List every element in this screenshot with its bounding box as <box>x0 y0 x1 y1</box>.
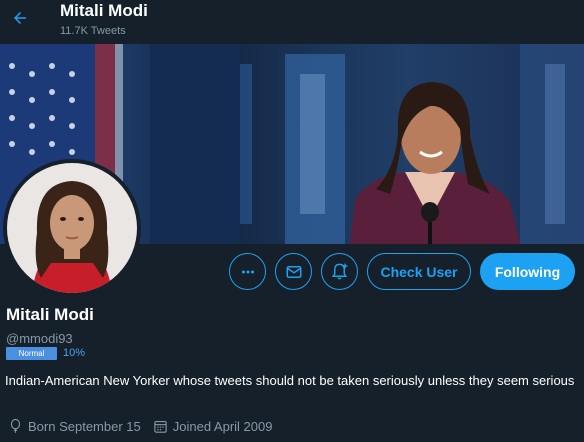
joined-item: Joined April 2009 <box>153 418 273 434</box>
profile-display-name: Mitali Modi <box>6 305 94 324</box>
joined-text: Joined April 2009 <box>172 418 273 434</box>
following-button[interactable]: Following <box>480 253 575 290</box>
score-percent: 10% <box>63 347 86 359</box>
profile-header: Mitali Modi 11.7K Tweets <box>0 0 584 44</box>
more-horizontal-icon <box>241 270 254 273</box>
notifications-button[interactable] <box>321 253 358 290</box>
check-user-button[interactable]: Check User <box>367 253 471 290</box>
balloon-icon <box>10 418 21 434</box>
profile-actions: Check User Following <box>0 253 584 290</box>
birthday-text: Born September 15 <box>28 418 141 434</box>
arrow-left-icon <box>14 12 26 24</box>
profile-meta: Born September 15 Joined April 2009 <box>8 416 284 436</box>
tweet-count: 11.7K Tweets <box>60 25 126 37</box>
profile-handle: @mmodi93 <box>6 331 73 346</box>
mail-icon <box>286 265 301 278</box>
message-button[interactable] <box>275 253 312 290</box>
status-badge: Normal <box>6 347 57 360</box>
back-button[interactable] <box>8 4 32 32</box>
more-button[interactable] <box>229 253 266 290</box>
birthday-item: Born September 15 <box>8 418 141 434</box>
header-title: Mitali Modi <box>60 1 148 20</box>
profile-bio: Indian-American New Yorker whose tweets … <box>5 373 575 388</box>
bell-plus-icon <box>331 263 348 280</box>
calendar-icon <box>154 420 167 433</box>
